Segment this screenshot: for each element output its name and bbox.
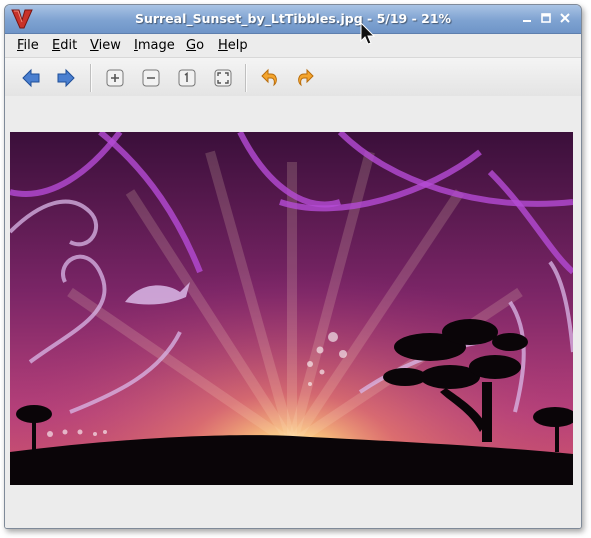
rotate-left-icon [261, 68, 277, 87]
titlebar[interactable]: Surreal_Sunset_by_LtTibbles.jpg - 5/19 -… [5, 5, 581, 34]
surreal-sunset-photo[interactable] [10, 132, 573, 485]
close-icon[interactable] [559, 12, 571, 24]
toolbar [5, 57, 581, 97]
rotate-right-icon [298, 68, 314, 87]
menu-image[interactable]: Image [134, 38, 175, 53]
window-title: Surreal_Sunset_by_LtTibbles.jpg - 5/19 -… [134, 11, 452, 26]
image-view-area[interactable] [5, 96, 581, 528]
rotate-right-button[interactable] [295, 68, 315, 88]
mouse-pointer-icon [360, 22, 376, 45]
zoom-fit-icon [214, 69, 232, 87]
arrow-left-icon [22, 68, 40, 88]
zoom-normal-button[interactable] [177, 68, 197, 88]
toolbar-separator [245, 64, 247, 92]
menu-help[interactable]: Help [218, 38, 248, 53]
maximize-icon[interactable] [540, 12, 552, 24]
arrow-right-icon [57, 68, 75, 88]
menu-view[interactable]: View [90, 38, 121, 53]
zoom-out-icon [142, 69, 160, 87]
next-image-button[interactable] [56, 68, 76, 88]
image-viewer-window: Surreal_Sunset_by_LtTibbles.jpg - 5/19 -… [4, 4, 582, 529]
menubar: File Edit View Image Go Help [5, 34, 581, 56]
menu-go[interactable]: Go [186, 38, 204, 53]
zoom-in-icon [106, 69, 124, 87]
zoom-fit-button[interactable] [213, 68, 233, 88]
zoom-in-button[interactable] [105, 68, 125, 88]
rotate-left-button[interactable] [260, 68, 280, 88]
zoom-out-button[interactable] [141, 68, 161, 88]
menu-file[interactable]: File [17, 38, 39, 53]
minimize-icon[interactable] [521, 12, 533, 24]
toolbar-separator [90, 64, 92, 92]
previous-image-button[interactable] [21, 68, 41, 88]
menu-edit[interactable]: Edit [52, 38, 77, 53]
zoom-100-icon [178, 69, 196, 87]
